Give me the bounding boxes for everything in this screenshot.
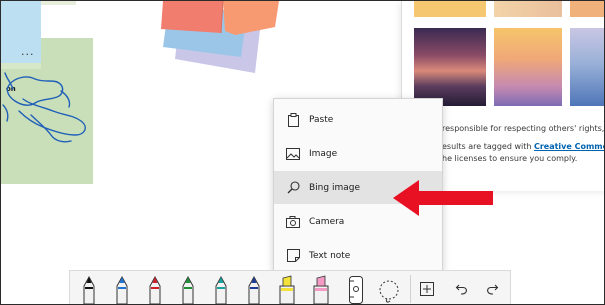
image-thumbnail[interactable]	[570, 28, 604, 106]
image-thumbnail[interactable]	[414, 1, 486, 17]
menu-item-image[interactable]: Image	[274, 137, 442, 170]
pen-green-tool[interactable]	[177, 274, 199, 304]
sticky-note-blue[interactable]: ...	[1, 1, 41, 63]
whiteboard-canvas[interactable]: ... on responsible for respecting others…	[0, 0, 605, 305]
pen-black-tool[interactable]	[78, 274, 100, 304]
menu-item-label: Bing image	[309, 182, 360, 193]
image-thumbnail[interactable]	[494, 28, 562, 106]
legal-notice-line-3: he licenses to ensure you comply.	[442, 154, 578, 163]
paste-icon	[286, 112, 300, 127]
menu-item-label: Paste	[309, 114, 334, 125]
search-icon	[286, 181, 300, 195]
menu-item-text-note[interactable]: Text note	[274, 239, 442, 272]
undo-button[interactable]	[451, 274, 473, 304]
image-icon	[286, 147, 300, 161]
note-ellipsis[interactable]: ...	[21, 45, 35, 58]
annotation-arrow	[393, 180, 493, 216]
sticky-notes-stack[interactable]	[151, 1, 301, 81]
image-thumbnail[interactable]	[414, 28, 486, 106]
legal-notice-line-2: esults are tagged with Creative Commons …	[442, 142, 604, 151]
toolbar-separator	[410, 275, 411, 303]
legal-notice-prefix: esults are tagged with	[442, 142, 534, 151]
highlighter-yellow-tool[interactable]	[276, 274, 298, 304]
image-thumbnail[interactable]	[494, 1, 562, 17]
pen-red-tool[interactable]	[144, 274, 166, 304]
highlighter-pink-tool[interactable]	[310, 274, 332, 304]
legal-notice-line-1: responsible for respecting others' right…	[442, 124, 605, 133]
camera-icon	[286, 215, 300, 229]
ink-toolbar	[69, 270, 511, 304]
lasso-select-tool[interactable]	[378, 274, 400, 304]
text-note-icon	[286, 249, 300, 263]
redo-button[interactable]	[481, 274, 503, 304]
menu-item-label: Camera	[309, 216, 345, 227]
menu-item-paste[interactable]: Paste	[274, 103, 442, 136]
pen-blue-tool[interactable]	[111, 274, 133, 304]
menu-item-label: Image	[309, 148, 338, 159]
image-thumbnail[interactable]	[570, 1, 604, 17]
ink-sketch[interactable]	[1, 65, 96, 147]
ruler-tool[interactable]	[345, 274, 367, 304]
pen-teal-tool[interactable]	[210, 274, 232, 304]
add-button[interactable]	[416, 274, 438, 304]
menu-item-label: Text note	[309, 250, 351, 261]
sticky-note-green-edge	[41, 1, 76, 5]
creative-commons-link[interactable]: Creative Commons li	[534, 142, 604, 151]
pen-darkblue-tool[interactable]	[243, 274, 265, 304]
